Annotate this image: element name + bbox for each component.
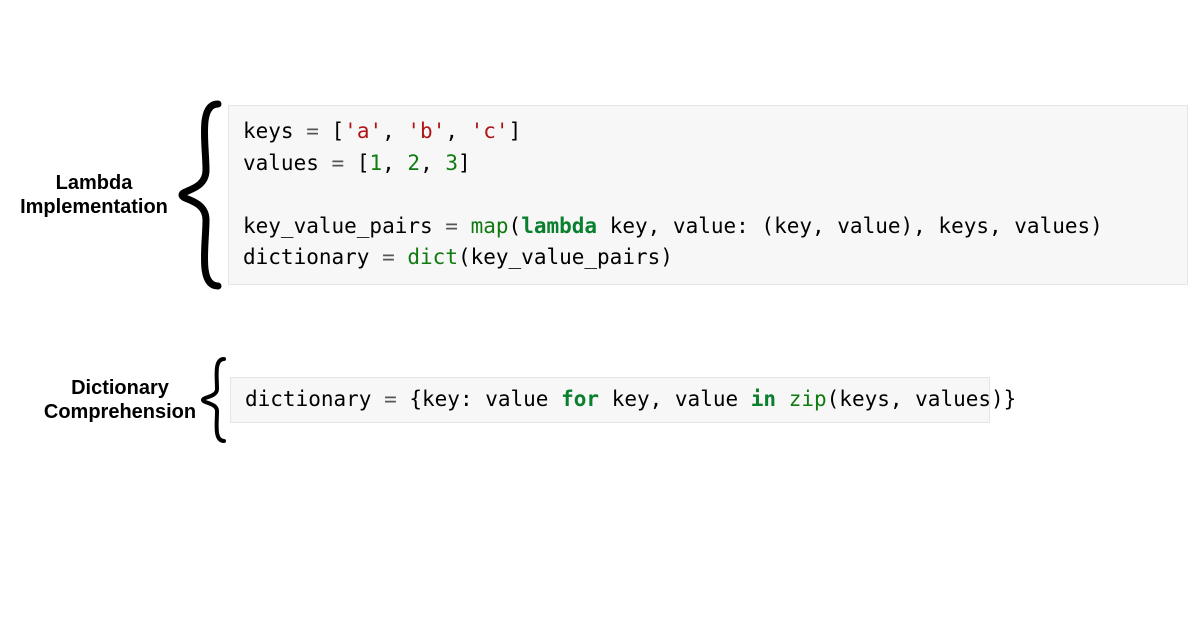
- code-block: keys = ['a', 'b', 'c'] values = [1, 2, 3…: [228, 105, 1188, 285]
- dictionary-comprehension-section: Dictionary Comprehension dictionary = {k…: [40, 355, 990, 445]
- section-label: Dictionary Comprehension: [40, 376, 200, 424]
- code-block: dictionary = {key: value for key, value …: [230, 377, 990, 423]
- curly-brace-icon: [178, 100, 228, 290]
- section-label: Lambda Implementation: [10, 171, 178, 219]
- curly-brace-icon: [200, 355, 230, 445]
- lambda-implementation-section: Lambda Implementation keys = ['a', 'b', …: [10, 100, 1188, 290]
